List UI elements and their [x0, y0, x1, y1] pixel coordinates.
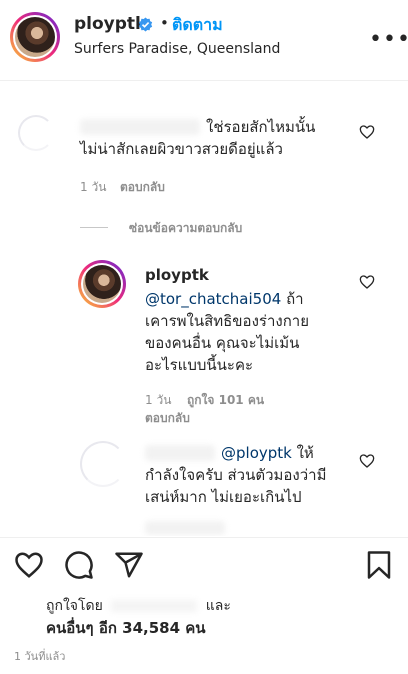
share-icon[interactable]: [114, 550, 144, 580]
reply2-text-line3: เสน่ห์มาก ไม่เยอะเกินไป: [145, 488, 302, 506]
like-heart-icon[interactable]: [14, 550, 44, 580]
follow-button[interactable]: ติดตาม: [172, 13, 223, 38]
post-time-ago[interactable]: 1 วันที่แล้ว: [14, 647, 65, 665]
reply-text-line4: อะไรแบบนี้นะคะ: [145, 356, 254, 374]
header-username[interactable]: ployptk: [74, 14, 146, 34]
comment-text-line1: ใช่รอยสักไหมนั้น: [206, 118, 316, 136]
reply-time: 1 วัน: [145, 393, 172, 407]
reply-text-line2: เคารพในสิทธิของร่างกาย: [145, 312, 309, 330]
reply-text-line1: @tor_chatchai504 ถ้า: [145, 288, 304, 310]
reply-text-line3: ของคนอื่น คุณจะไม่เม้น: [145, 334, 300, 352]
comment-like-heart-icon[interactable]: [359, 124, 375, 140]
comments-list[interactable]: ใช่รอยสักไหมนั้น ไม่น่าสักเลยผิวขาวสวยดี…: [0, 81, 408, 536]
reply2-meta-blurred: [145, 521, 225, 535]
post-header: ployptk • ติดตาม Surfers Paradise, Queen…: [0, 0, 408, 81]
reply-text-line1-rest: ถ้า: [281, 290, 304, 308]
reply-reply-button[interactable]: ตอบกลับ: [145, 409, 190, 428]
comment-time: 1 วัน: [80, 180, 107, 194]
header-separator: •: [160, 14, 169, 32]
reply-mention-link[interactable]: @tor_chatchai504: [145, 290, 281, 308]
comment-username-blurred: [80, 119, 200, 135]
liked-by-line: ถูกใจโดย และ: [46, 595, 231, 617]
liked-by-prefix: ถูกใจโดย: [46, 598, 103, 614]
reply2-text-line1-rest: ให้: [291, 444, 314, 462]
bookmark-icon[interactable]: [364, 550, 394, 580]
liked-count[interactable]: คนอื่นๆ อีก 34,584 คน: [46, 616, 206, 640]
reply2-username-blurred: [145, 445, 215, 461]
reply2-avatar[interactable]: [80, 441, 126, 487]
reply2-like-heart-icon[interactable]: [359, 453, 375, 469]
comment-reply-button[interactable]: ตอบกลับ: [120, 178, 165, 197]
reply-likes-count[interactable]: ถูกใจ 101 คน: [187, 391, 264, 410]
liked-by-and: และ: [205, 598, 231, 614]
verified-icon: [138, 17, 153, 32]
reply2-text-line2: กำลังใจครับ ส่วนตัวมองว่ามี: [145, 466, 327, 484]
location-link[interactable]: Surfers Paradise, Queensland: [74, 41, 280, 57]
header-avatar[interactable]: [10, 12, 60, 62]
reply2-mention-link[interactable]: @ployptk: [221, 444, 292, 462]
comment-text-line2: ไม่น่าสักเลยผิวขาวสวยดีอยู่แล้ว: [80, 140, 283, 158]
reply-like-heart-icon[interactable]: [359, 274, 375, 290]
reply2-text-line1: @ployptk ให้: [221, 442, 314, 464]
reply-username[interactable]: ployptk: [145, 264, 209, 286]
more-options-icon[interactable]: •••: [369, 27, 408, 52]
hide-replies-button[interactable]: ซ่อนข้อความตอบกลับ: [129, 219, 242, 238]
hide-replies-line: [80, 227, 108, 228]
liked-by-user-blurred[interactable]: [111, 600, 198, 612]
comment-icon[interactable]: [64, 550, 94, 580]
reply-avatar[interactable]: [78, 260, 126, 308]
comment-avatar[interactable]: [18, 115, 54, 151]
post-actions: ถูกใจโดย และ คนอื่นๆ อีก 34,584 คน 1 วัน…: [0, 537, 408, 674]
